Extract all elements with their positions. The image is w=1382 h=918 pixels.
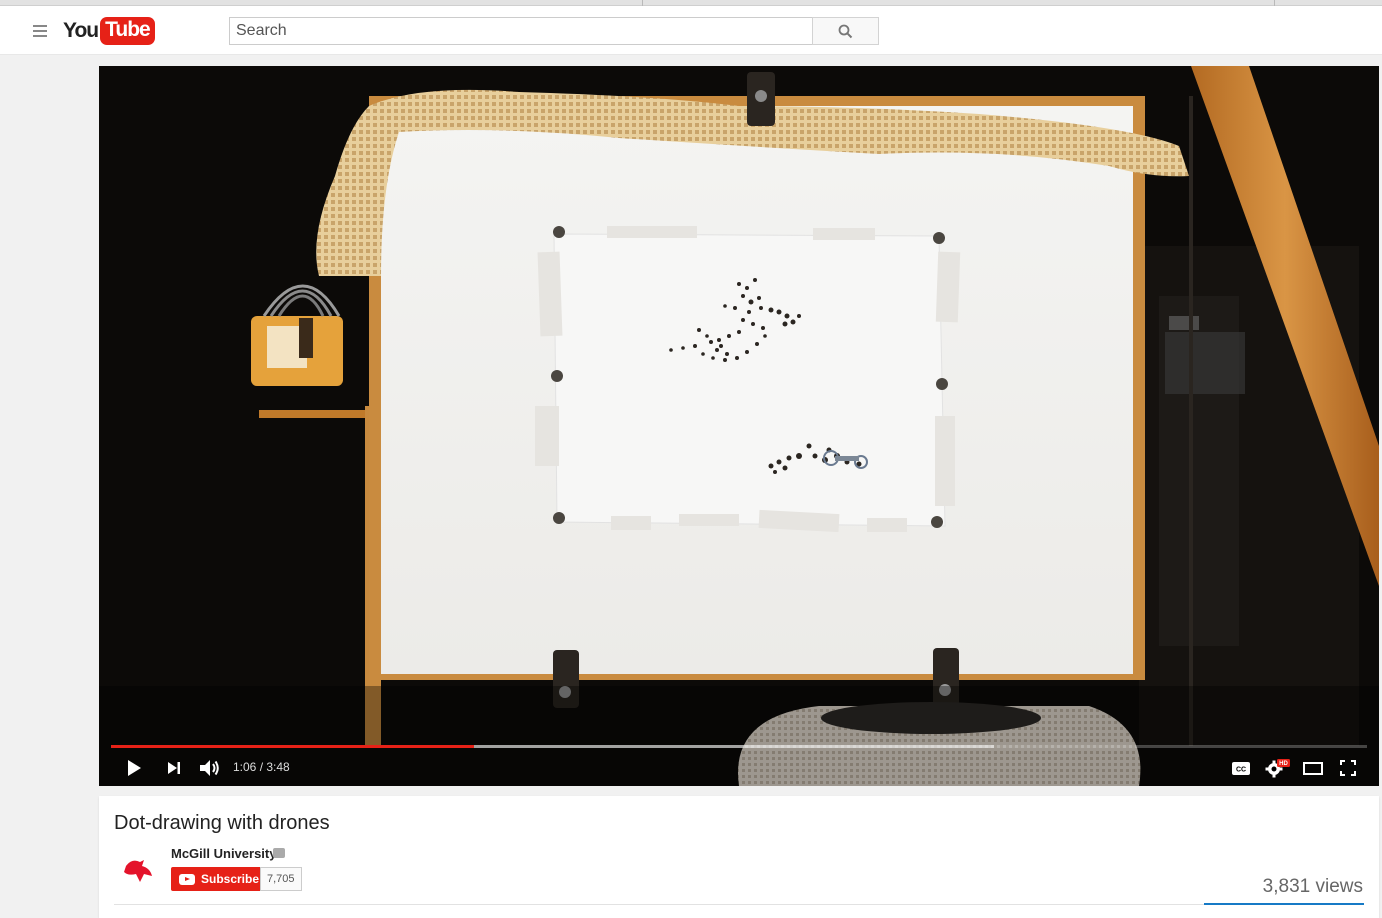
play-button[interactable]	[121, 750, 147, 786]
video-title: Dot-drawing with drones	[114, 812, 330, 834]
time-display: 1:06 / 3:48	[233, 760, 290, 774]
player-controls: 1:06 / 3:48 CC HD	[99, 750, 1379, 786]
settings-button[interactable]: HD	[1263, 750, 1293, 786]
view-count: 3,831 views	[1262, 876, 1363, 897]
fullscreen-button[interactable]	[1336, 750, 1360, 786]
logo-tube-text: Tube	[100, 17, 155, 45]
cc-icon: CC	[1232, 761, 1250, 775]
search-button[interactable]	[812, 17, 879, 45]
verified-icon	[273, 848, 285, 858]
hamburger-menu-icon-bar	[33, 35, 47, 37]
fullscreen-icon	[1340, 760, 1356, 776]
youtube-logo[interactable]: You Tube	[63, 17, 155, 45]
magnifier-icon	[838, 24, 853, 38]
subscribe-label: Subscribe	[201, 872, 260, 886]
progress-bar[interactable]	[111, 745, 1367, 748]
sentiment-bar	[1204, 903, 1364, 905]
theater-mode-icon	[1303, 761, 1323, 775]
progress-played	[111, 745, 474, 748]
video-info-panel: Dot-drawing with drones McGill Universit…	[99, 796, 1379, 918]
search-input[interactable]	[229, 17, 813, 45]
divider	[114, 904, 1363, 905]
channel-name[interactable]: McGill University	[171, 846, 276, 861]
guide-menu-button[interactable]	[31, 23, 49, 39]
video-frame	[99, 66, 1379, 786]
skip-next-icon	[168, 762, 180, 774]
next-button[interactable]	[163, 750, 185, 786]
subscriber-count: 7,705	[260, 867, 302, 891]
channel-avatar[interactable]	[120, 852, 156, 888]
volume-button[interactable]	[197, 750, 223, 786]
subscribe-button[interactable]: Subscribe	[171, 867, 268, 891]
hamburger-menu-icon-bar	[33, 30, 47, 32]
video-player[interactable]: 1:06 / 3:48 CC HD	[99, 66, 1379, 786]
hd-badge: HD	[1279, 761, 1288, 767]
logo-you-text: You	[63, 19, 99, 42]
masthead: You Tube	[0, 6, 1382, 55]
cc-label: CC	[1236, 766, 1246, 773]
gear-icon: HD	[1265, 759, 1290, 778]
youtube-play-icon	[179, 873, 195, 885]
captions-button[interactable]: CC	[1229, 750, 1253, 786]
theater-mode-button[interactable]	[1301, 750, 1325, 786]
volume-icon	[200, 760, 219, 776]
play-icon	[128, 760, 141, 776]
hamburger-menu-icon	[33, 25, 47, 27]
